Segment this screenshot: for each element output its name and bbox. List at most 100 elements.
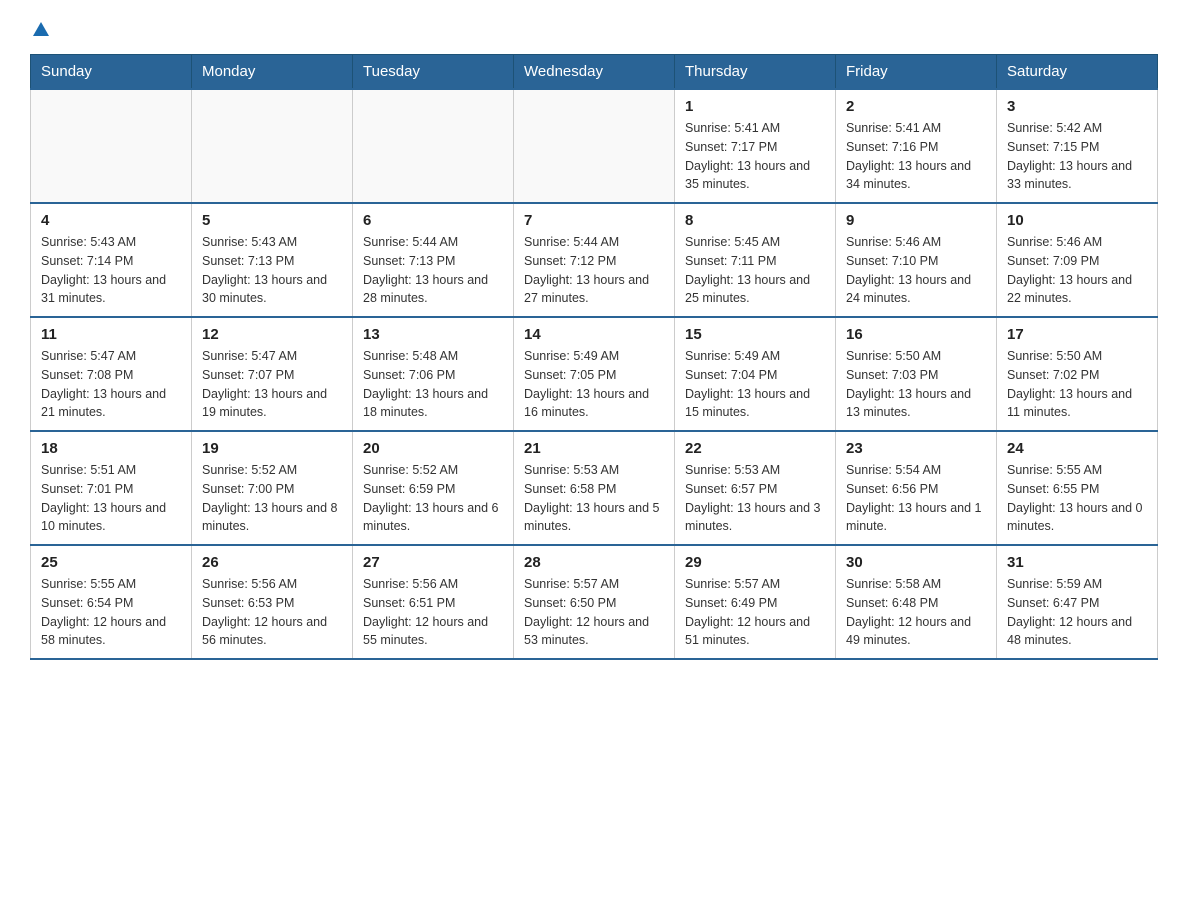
logo-triangle-icon <box>32 20 50 38</box>
day-number: 24 <box>1007 440 1147 457</box>
calendar-cell: 28 Sunrise: 5:57 AM Sunset: 6:50 PM Dayli… <box>514 545 675 659</box>
calendar-cell: 14 Sunrise: 5:49 AM Sunset: 7:05 PM Dayli… <box>514 317 675 431</box>
calendar-cell: 1 Sunrise: 5:41 AM Sunset: 7:17 PM Daylig… <box>675 89 836 203</box>
calendar-cell: 19Sunrise: 5:52 AM Sunset: 7:00 PM Dayli… <box>192 431 353 545</box>
day-number: 7 <box>524 212 664 229</box>
calendar-cell: 24 Sunrise: 5:55 AM Sunset: 6:55 PM Dayli… <box>997 431 1158 545</box>
week-row-2: 4 Sunrise: 5:43 AM Sunset: 7:14 PM Daylig… <box>31 203 1158 317</box>
day-number: 1 <box>685 98 825 115</box>
day-number: 21 <box>524 440 664 457</box>
week-row-1: 1 Sunrise: 5:41 AM Sunset: 7:17 PM Daylig… <box>31 89 1158 203</box>
calendar-cell: 26 Sunrise: 5:56 AM Sunset: 6:53 PM Dayli… <box>192 545 353 659</box>
day-number: 3 <box>1007 98 1147 115</box>
day-number: 28 <box>524 554 664 571</box>
day-number: 17 <box>1007 326 1147 343</box>
day-info: Sunrise: 5:59 AM Sunset: 6:47 PM Dayligh… <box>1007 575 1147 650</box>
day-info: Sunrise: 5:50 AM Sunset: 7:02 PM Dayligh… <box>1007 347 1147 422</box>
logo <box>30 20 50 34</box>
day-info: Sunrise: 5:48 AM Sunset: 7:06 PM Dayligh… <box>363 347 503 422</box>
calendar-cell: 18 Sunrise: 5:51 AM Sunset: 7:01 PM Dayli… <box>31 431 192 545</box>
calendar-cell: 21 Sunrise: 5:53 AM Sunset: 6:58 PM Dayli… <box>514 431 675 545</box>
day-info: Sunrise: 5:57 AM Sunset: 6:49 PM Dayligh… <box>685 575 825 650</box>
calendar-cell: 9 Sunrise: 5:46 AM Sunset: 7:10 PM Daylig… <box>836 203 997 317</box>
day-header-saturday: Saturday <box>997 55 1158 90</box>
day-number: 29 <box>685 554 825 571</box>
day-info: Sunrise: 5:51 AM Sunset: 7:01 PM Dayligh… <box>41 461 181 536</box>
day-info: Sunrise: 5:52 AM Sunset: 6:59 PM Dayligh… <box>363 461 503 536</box>
days-of-week-row: SundayMondayTuesdayWednesdayThursdayFrid… <box>31 55 1158 90</box>
day-header-tuesday: Tuesday <box>353 55 514 90</box>
day-info: Sunrise: 5:53 AM Sunset: 6:58 PM Dayligh… <box>524 461 664 536</box>
day-info: Sunrise: 5:56 AM Sunset: 6:53 PM Dayligh… <box>202 575 342 650</box>
day-header-monday: Monday <box>192 55 353 90</box>
day-info: Sunrise: 5:49 AM Sunset: 7:05 PM Dayligh… <box>524 347 664 422</box>
day-number: 10 <box>1007 212 1147 229</box>
day-number: 23 <box>846 440 986 457</box>
calendar-cell: 7 Sunrise: 5:44 AM Sunset: 7:12 PM Daylig… <box>514 203 675 317</box>
day-info: Sunrise: 5:43 AM Sunset: 7:14 PM Dayligh… <box>41 233 181 308</box>
day-number: 18 <box>41 440 181 457</box>
calendar-cell: 27Sunrise: 5:56 AM Sunset: 6:51 PM Dayli… <box>353 545 514 659</box>
day-number: 26 <box>202 554 342 571</box>
calendar-cell: 29 Sunrise: 5:57 AM Sunset: 6:49 PM Dayli… <box>675 545 836 659</box>
day-number: 11 <box>41 326 181 343</box>
calendar-cell <box>514 89 675 203</box>
day-info: Sunrise: 5:46 AM Sunset: 7:10 PM Dayligh… <box>846 233 986 308</box>
calendar-cell: 12 Sunrise: 5:47 AM Sunset: 7:07 PM Dayli… <box>192 317 353 431</box>
day-number: 22 <box>685 440 825 457</box>
day-info: Sunrise: 5:41 AM Sunset: 7:17 PM Dayligh… <box>685 119 825 194</box>
day-header-sunday: Sunday <box>31 55 192 90</box>
day-info: Sunrise: 5:47 AM Sunset: 7:07 PM Dayligh… <box>202 347 342 422</box>
day-header-wednesday: Wednesday <box>514 55 675 90</box>
week-row-4: 18 Sunrise: 5:51 AM Sunset: 7:01 PM Dayli… <box>31 431 1158 545</box>
calendar-cell: 25 Sunrise: 5:55 AM Sunset: 6:54 PM Dayli… <box>31 545 192 659</box>
calendar-cell <box>192 89 353 203</box>
calendar-cell <box>353 89 514 203</box>
day-number: 25 <box>41 554 181 571</box>
day-header-friday: Friday <box>836 55 997 90</box>
day-info: Sunrise: 5:47 AM Sunset: 7:08 PM Dayligh… <box>41 347 181 422</box>
day-info: Sunrise: 5:42 AM Sunset: 7:15 PM Dayligh… <box>1007 119 1147 194</box>
calendar-cell: 11 Sunrise: 5:47 AM Sunset: 7:08 PM Dayli… <box>31 317 192 431</box>
day-info: Sunrise: 5:53 AM Sunset: 6:57 PM Dayligh… <box>685 461 825 536</box>
day-number: 4 <box>41 212 181 229</box>
day-number: 15 <box>685 326 825 343</box>
calendar-cell: 22 Sunrise: 5:53 AM Sunset: 6:57 PM Dayli… <box>675 431 836 545</box>
day-info: Sunrise: 5:41 AM Sunset: 7:16 PM Dayligh… <box>846 119 986 194</box>
calendar-cell: 4 Sunrise: 5:43 AM Sunset: 7:14 PM Daylig… <box>31 203 192 317</box>
calendar-cell: 3 Sunrise: 5:42 AM Sunset: 7:15 PM Daylig… <box>997 89 1158 203</box>
calendar-body: 1 Sunrise: 5:41 AM Sunset: 7:17 PM Daylig… <box>31 89 1158 659</box>
calendar-cell: 20Sunrise: 5:52 AM Sunset: 6:59 PM Dayli… <box>353 431 514 545</box>
day-info: Sunrise: 5:43 AM Sunset: 7:13 PM Dayligh… <box>202 233 342 308</box>
day-info: Sunrise: 5:55 AM Sunset: 6:55 PM Dayligh… <box>1007 461 1147 536</box>
day-info: Sunrise: 5:44 AM Sunset: 7:12 PM Dayligh… <box>524 233 664 308</box>
calendar-cell: 23Sunrise: 5:54 AM Sunset: 6:56 PM Dayli… <box>836 431 997 545</box>
day-number: 8 <box>685 212 825 229</box>
day-info: Sunrise: 5:49 AM Sunset: 7:04 PM Dayligh… <box>685 347 825 422</box>
calendar-cell <box>31 89 192 203</box>
day-info: Sunrise: 5:55 AM Sunset: 6:54 PM Dayligh… <box>41 575 181 650</box>
calendar-cell: 30Sunrise: 5:58 AM Sunset: 6:48 PM Dayli… <box>836 545 997 659</box>
calendar-cell: 6 Sunrise: 5:44 AM Sunset: 7:13 PM Daylig… <box>353 203 514 317</box>
calendar-table: SundayMondayTuesdayWednesdayThursdayFrid… <box>30 54 1158 660</box>
day-number: 13 <box>363 326 503 343</box>
week-row-5: 25 Sunrise: 5:55 AM Sunset: 6:54 PM Dayli… <box>31 545 1158 659</box>
day-number: 14 <box>524 326 664 343</box>
day-info: Sunrise: 5:44 AM Sunset: 7:13 PM Dayligh… <box>363 233 503 308</box>
day-number: 12 <box>202 326 342 343</box>
calendar-cell: 2Sunrise: 5:41 AM Sunset: 7:16 PM Daylig… <box>836 89 997 203</box>
day-info: Sunrise: 5:50 AM Sunset: 7:03 PM Dayligh… <box>846 347 986 422</box>
day-number: 16 <box>846 326 986 343</box>
day-number: 5 <box>202 212 342 229</box>
day-info: Sunrise: 5:58 AM Sunset: 6:48 PM Dayligh… <box>846 575 986 650</box>
day-number: 9 <box>846 212 986 229</box>
day-number: 19 <box>202 440 342 457</box>
calendar-cell: 10 Sunrise: 5:46 AM Sunset: 7:09 PM Dayli… <box>997 203 1158 317</box>
page-header <box>30 20 1158 34</box>
day-info: Sunrise: 5:46 AM Sunset: 7:09 PM Dayligh… <box>1007 233 1147 308</box>
day-info: Sunrise: 5:57 AM Sunset: 6:50 PM Dayligh… <box>524 575 664 650</box>
day-header-thursday: Thursday <box>675 55 836 90</box>
day-number: 6 <box>363 212 503 229</box>
day-info: Sunrise: 5:56 AM Sunset: 6:51 PM Dayligh… <box>363 575 503 650</box>
day-info: Sunrise: 5:45 AM Sunset: 7:11 PM Dayligh… <box>685 233 825 308</box>
